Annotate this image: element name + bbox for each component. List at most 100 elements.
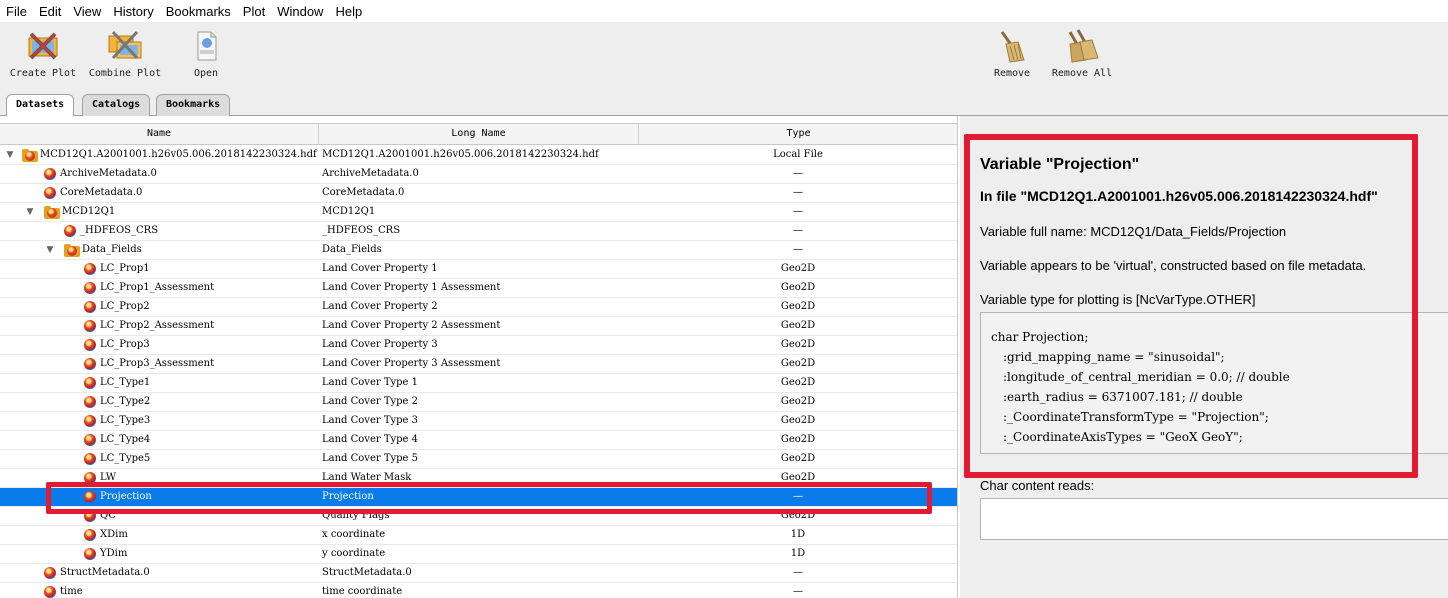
variable-globe-icon [84, 453, 96, 465]
folder-icon [44, 205, 60, 219]
name-cell: QC [0, 507, 318, 525]
table-row[interactable]: LC_Prop3_Assessment Land Cover Property 3… [0, 355, 957, 374]
menu-window[interactable]: Window [271, 4, 329, 19]
table-header: Name Long Name Type [0, 123, 957, 145]
variable-name: QC [100, 510, 116, 521]
column-header-name[interactable]: Name [0, 124, 319, 144]
type-cell: Geo2D [780, 472, 816, 483]
variable-globe-icon [84, 434, 96, 446]
long-name-cell: Land Cover Type 2 [322, 396, 419, 407]
menu-file[interactable]: File [0, 4, 33, 19]
type-cell: — [793, 168, 803, 179]
table-row[interactable]: LC_Type1 Land Cover Type 1 Geo2D [0, 374, 957, 393]
type-cell: — [793, 225, 803, 236]
menu-help[interactable]: Help [329, 4, 368, 19]
name-cell: LC_Type1 [0, 374, 318, 392]
column-header-type[interactable]: Type [639, 124, 957, 144]
attribute-line: :_CoordinateTransformType = "Projection"… [1003, 410, 1269, 424]
menu-history[interactable]: History [107, 4, 159, 19]
menu-edit[interactable]: Edit [33, 4, 67, 19]
type-cell: Geo2D [780, 396, 816, 407]
table-row[interactable]: LW Land Water Mask Geo2D [0, 469, 957, 488]
brooms-icon [1064, 28, 1100, 64]
type-cell: 1D [790, 529, 806, 540]
expand-toggle-icon[interactable]: ▼ [4, 146, 16, 164]
type-cell: Local File [773, 149, 823, 160]
menu-plot[interactable]: Plot [237, 4, 271, 19]
type-cell: 1D [790, 548, 806, 559]
table-row[interactable]: LC_Type4 Land Cover Type 4 Geo2D [0, 431, 957, 450]
remove-button[interactable]: Remove [988, 28, 1036, 79]
table-row[interactable]: XDim x coordinate 1D [0, 526, 957, 545]
type-cell: Geo2D [780, 377, 816, 388]
variable-plot-type: Variable type for plotting is [NcVarType… [980, 292, 1256, 307]
table-row[interactable]: StructMetadata.0 StructMetadata.0 — [0, 564, 957, 583]
tab-bookmarks[interactable]: Bookmarks [156, 94, 231, 116]
table-row[interactable]: LC_Prop1_Assessment Land Cover Property 1… [0, 279, 957, 298]
variable-globe-icon [84, 339, 96, 351]
name-cell: XDim [0, 526, 318, 544]
variable-name: XDim [100, 529, 128, 540]
type-cell: Geo2D [780, 510, 816, 521]
menu-bookmarks[interactable]: Bookmarks [160, 4, 237, 19]
name-cell: LC_Prop2_Assessment [0, 317, 318, 335]
table-row[interactable]: QC Quality Flags Geo2D [0, 507, 957, 526]
name-cell: LC_Prop1_Assessment [0, 279, 318, 297]
table-row[interactable]: YDim y coordinate 1D [0, 545, 957, 564]
combine-plot-button[interactable]: Combine Plot [88, 28, 162, 79]
table-row[interactable]: _HDFEOS_CRS _HDFEOS_CRS — [0, 222, 957, 241]
variable-name: LW [100, 472, 117, 483]
name-cell: LC_Prop2 [0, 298, 318, 316]
column-header-long-name[interactable]: Long Name [319, 124, 639, 144]
create-plot-label: Create Plot [9, 68, 77, 79]
table-row[interactable]: LC_Type3 Land Cover Type 3 Geo2D [0, 412, 957, 431]
tab-datasets[interactable]: Datasets [6, 94, 75, 117]
type-cell: Geo2D [780, 263, 816, 274]
table-row[interactable]: LC_Type5 Land Cover Type 5 Geo2D [0, 450, 957, 469]
table-row[interactable]: ▼ MCD12Q1 MCD12Q1 — [0, 203, 957, 222]
table-row[interactable]: CoreMetadata.0 CoreMetadata.0 — [0, 184, 957, 203]
table-row[interactable]: LC_Prop3 Land Cover Property 3 Geo2D [0, 336, 957, 355]
variable-globe-icon [84, 282, 96, 294]
long-name-cell: MCD12Q1 [322, 206, 376, 217]
long-name-cell: y coordinate [322, 548, 386, 559]
expand-toggle-icon[interactable]: ▼ [44, 241, 56, 259]
table-row[interactable]: ▼ MCD12Q1.A2001001.h26v05.006.20181422303… [0, 146, 957, 165]
open-button[interactable]: Open [184, 28, 228, 79]
name-cell: LC_Type4 [0, 431, 318, 449]
variable-name: LC_Prop1_Assessment [100, 282, 215, 293]
file-icon [22, 148, 38, 162]
long-name-cell: Land Cover Property 1 [322, 263, 438, 274]
attribute-line: :earth_radius = 6371007.181; // double [1003, 390, 1243, 404]
table-row[interactable]: LC_Type2 Land Cover Type 2 Geo2D [0, 393, 957, 412]
remove-all-button[interactable]: Remove All [1050, 28, 1114, 79]
table-row[interactable]: time time coordinate — [0, 583, 957, 598]
datasets-tree-table: Name Long Name Type ▼ MCD12Q1.A2001001.h2… [0, 116, 958, 598]
expand-toggle-icon[interactable]: ▼ [24, 203, 36, 221]
variable-globe-icon [84, 263, 96, 275]
variable-globe-icon [84, 358, 96, 370]
table-row[interactable]: ▼ Data_Fields Data_Fields — [0, 241, 957, 260]
name-cell: ArchiveMetadata.0 [0, 165, 318, 183]
variable-globe-icon [44, 586, 56, 598]
table-row[interactable]: LC_Prop1 Land Cover Property 1 Geo2D [0, 260, 957, 279]
type-cell: Geo2D [780, 434, 816, 445]
table-row[interactable]: Projection Projection — [0, 488, 957, 507]
tab-catalogs[interactable]: Catalogs [82, 94, 151, 116]
variable-name: LC_Type4 [100, 434, 151, 445]
char-content-field[interactable] [980, 498, 1448, 540]
long-name-cell: CoreMetadata.0 [322, 187, 405, 198]
variable-name: MCD12Q1.A2001001.h26v05.006.201814223032… [40, 149, 317, 160]
name-cell: ▼ MCD12Q1.A2001001.h26v05.006.20181422303… [0, 146, 318, 164]
name-cell: time [0, 583, 318, 598]
table-row[interactable]: LC_Prop2 Land Cover Property 2 Geo2D [0, 298, 957, 317]
long-name-cell: Land Cover Type 3 [322, 415, 419, 426]
attribute-line: :_CoordinateAxisTypes = "GeoX GeoY"; [1003, 430, 1243, 444]
table-row[interactable]: LC_Prop2_Assessment Land Cover Property 2… [0, 317, 957, 336]
name-cell: ▼ MCD12Q1 [0, 203, 318, 221]
attribute-line: :grid_mapping_name = "sinusoidal"; [1003, 350, 1225, 364]
variable-globe-icon [84, 301, 96, 313]
menu-view[interactable]: View [67, 4, 107, 19]
table-row[interactable]: ArchiveMetadata.0 ArchiveMetadata.0 — [0, 165, 957, 184]
create-plot-button[interactable]: Create Plot [8, 28, 78, 79]
